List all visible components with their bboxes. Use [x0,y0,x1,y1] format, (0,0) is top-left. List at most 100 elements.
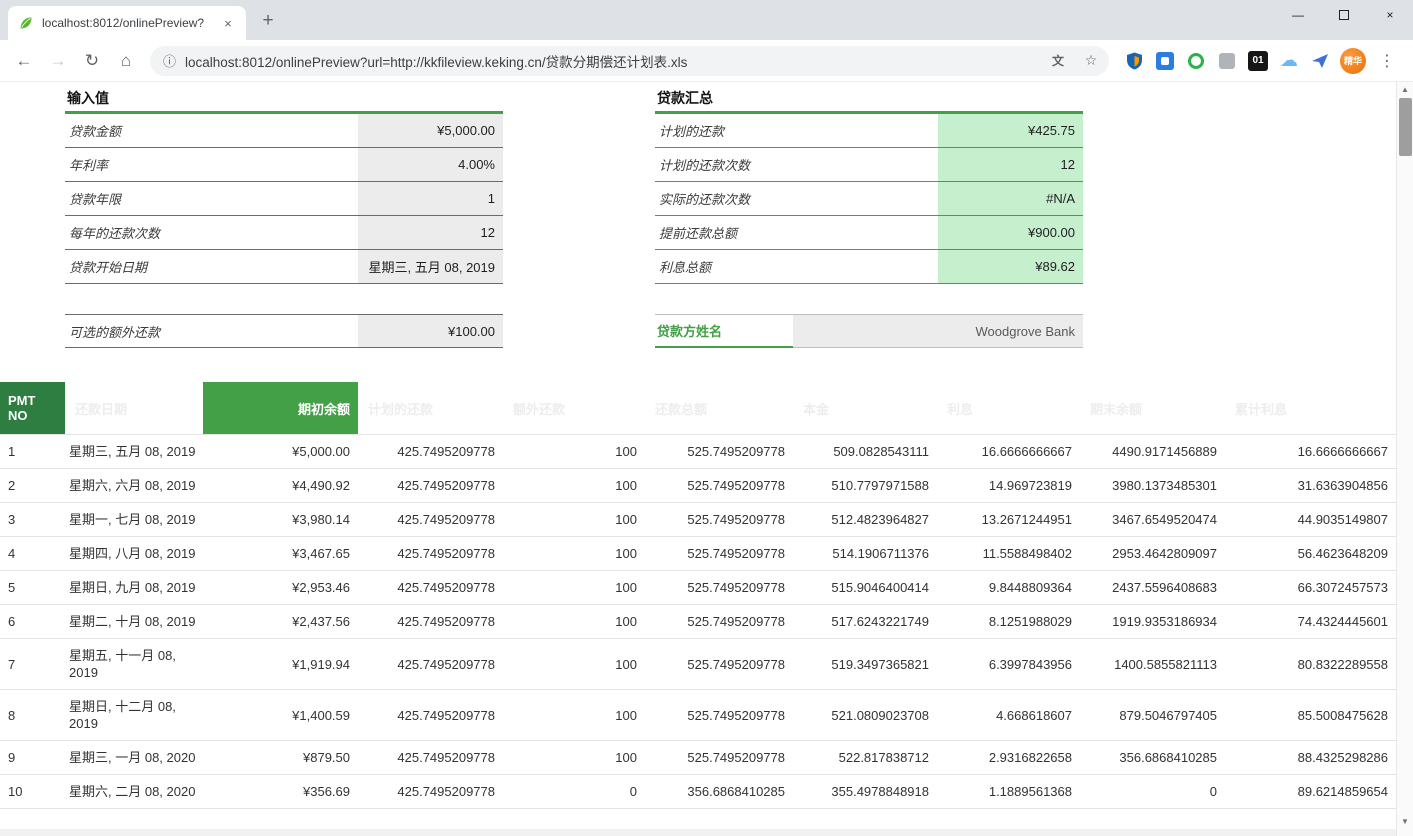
home-button[interactable]: ⌂ [110,45,142,77]
schedule-cell: ¥3,467.65 [203,537,358,570]
schedule-cell: 522.817838712 [793,741,937,774]
schedule-cell: 425.7495209778 [358,537,503,570]
schedule-cell: ¥3,980.14 [203,503,358,536]
schedule-cell: 425.7495209778 [358,605,503,638]
input-row-value: 4.00% [358,148,503,181]
summary-row-label: 实际的还款次数 [655,182,938,215]
extra-payment-label: 可选的额外还款 [65,315,358,347]
shield-extension-icon[interactable] [1123,50,1145,72]
schedule-cell: 425.7495209778 [358,571,503,604]
scroll-down-icon[interactable]: ▼ [1397,817,1413,826]
input-panel-title: 输入值 [65,84,503,114]
schedule-row: 7星期五, 十一月 08, 2019¥1,919.94425.749520977… [0,639,1396,690]
schedule-cell: 425.7495209778 [358,775,503,808]
schedule-cell: 88.4325298286 [1225,741,1396,774]
vertical-scrollbar[interactable]: ▲ ▼ [1396,82,1413,836]
schedule-cell: 9 [0,741,65,774]
schedule-row: 9星期三, 一月 08, 2020¥879.50425.749520977810… [0,741,1396,775]
schedule-cell: 425.7495209778 [358,469,503,502]
scrollbar-thumb[interactable] [1399,98,1412,156]
close-window-button[interactable]: × [1367,0,1413,30]
info-icon[interactable]: ⓘ [163,51,176,70]
schedule-cell: 509.0828543111 [793,435,937,468]
gray-extension-icon[interactable] [1216,50,1238,72]
minimize-button[interactable]: — [1275,0,1321,30]
schedule-cell: ¥2,953.46 [203,571,358,604]
extra-payment-row: 可选的额外还款 ¥100.00 [65,314,503,348]
schedule-cell: 100 [503,503,645,536]
input-row-label: 每年的还款次数 [65,216,358,249]
schedule-cell: 星期三, 五月 08, 2019 [65,435,203,468]
schedule-cell: 星期六, 二月 08, 2020 [65,775,203,808]
bookmark-star-icon[interactable]: ☆ [1079,49,1103,73]
schedule-cell: 16.6666666667 [937,435,1080,468]
schedule-cell: 星期五, 十一月 08, 2019 [65,639,203,689]
tab-strip: localhost:8012/onlinePreview? × + — × [0,0,1413,40]
browser-tab[interactable]: localhost:8012/onlinePreview? × [8,6,246,40]
reload-button[interactable]: ↻ [76,45,108,77]
translate-icon[interactable]: 文 [1046,49,1070,73]
schedule-header-cell: 期初余额 [203,382,358,434]
ring-extension-icon[interactable] [1185,50,1207,72]
schedule-cell: ¥879.50 [203,741,358,774]
input-row-label: 贷款开始日期 [65,250,358,283]
schedule-cell: ¥356.69 [203,775,358,808]
schedule-cell: 525.7495209778 [645,699,793,732]
summary-row: 提前还款总额¥900.00 [655,216,1083,250]
schedule-cell: 1919.9353186934 [1080,605,1225,638]
back-button[interactable]: ← [8,45,40,77]
blue-square-extension-icon[interactable] [1154,50,1176,72]
input-row: 贷款开始日期星期三, 五月 08, 2019 [65,250,503,284]
lender-row: 贷款方姓名 Woodgrove Bank [655,314,1083,348]
schedule-cell: 2.9316822658 [937,741,1080,774]
horizontal-scrollbar[interactable] [0,829,1396,836]
schedule-cell: 525.7495209778 [645,435,793,468]
input-row-value: 1 [358,182,503,215]
extra-payment-value: ¥100.00 [358,315,503,347]
summary-row-label: 利息总额 [655,250,938,283]
schedule-cell: ¥1,919.94 [203,648,358,681]
url-input[interactable]: ⓘ localhost:8012/onlinePreview?url=http:… [150,46,1109,76]
schedule-cell: 356.6868410285 [1080,741,1225,774]
schedule-cell: 3980.1373485301 [1080,469,1225,502]
schedule-cell: 星期日, 十二月 08, 2019 [65,690,203,740]
scroll-up-icon[interactable]: ▲ [1397,85,1413,94]
summary-row-value: ¥89.62 [938,250,1083,283]
schedule-cell: 100 [503,699,645,732]
schedule-cell: 425.7495209778 [358,699,503,732]
tab-close-icon[interactable]: × [220,16,236,31]
schedule-header-cell: 利息 [937,382,1080,434]
input-row-label: 年利率 [65,148,358,181]
schedule-cell: 525.7495209778 [645,571,793,604]
new-tab-button[interactable]: + [254,7,282,35]
schedule-header-cell: 本金 [793,382,937,434]
profile-avatar[interactable]: 精华 [1340,48,1366,74]
bird-extension-icon[interactable] [1309,50,1331,72]
lender-label: 贷款方姓名 [655,315,793,348]
schedule-cell: 100 [503,741,645,774]
schedule-cell: 89.6214859654 [1225,775,1396,808]
schedule-cell: 0 [503,775,645,808]
schedule-cell: 525.7495209778 [645,469,793,502]
schedule-header-cell: 期末余额 [1080,382,1225,434]
input-row-label: 贷款金额 [65,114,358,147]
schedule-cell: ¥1,400.59 [203,699,358,732]
menu-icon[interactable]: ⋮ [1375,48,1399,74]
schedule-cell: 3 [0,503,65,536]
cloud-extension-icon[interactable]: ☁ [1278,50,1300,72]
forward-button[interactable]: → [42,45,74,77]
input-row-value: ¥5,000.00 [358,114,503,147]
summary-row-label: 提前还款总额 [655,216,938,249]
summary-row-value: ¥425.75 [938,114,1083,147]
schedule-cell: 6 [0,605,65,638]
schedule-cell: 100 [503,469,645,502]
kkfileview-leaf-icon [18,15,34,31]
summary-row: 计划的还款¥425.75 [655,114,1083,148]
schedule-cell: 6.3997843956 [937,648,1080,681]
badge-01-extension-icon[interactable]: 01 [1247,50,1269,72]
schedule-cell: 425.7495209778 [358,741,503,774]
maximize-button[interactable] [1321,0,1367,30]
tab-title: localhost:8012/onlinePreview? [42,16,212,30]
schedule-cell: 525.7495209778 [645,741,793,774]
schedule-cell: 2953.4642809097 [1080,537,1225,570]
